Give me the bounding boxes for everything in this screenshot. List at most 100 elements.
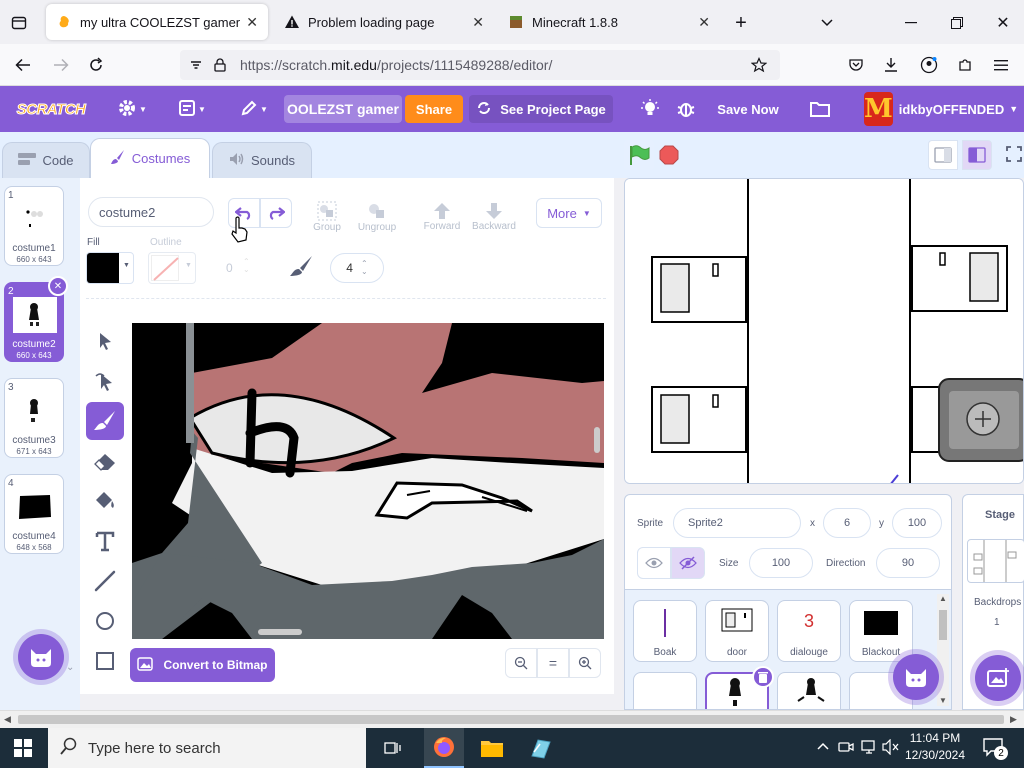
zoom-out-button[interactable] bbox=[505, 648, 537, 678]
hamburger-menu-icon[interactable] bbox=[990, 54, 1012, 76]
see-project-page-button[interactable]: See Project Page bbox=[469, 95, 613, 123]
brush-tool[interactable] bbox=[86, 402, 124, 440]
x-position-input[interactable]: 6 bbox=[823, 508, 871, 538]
bookmark-star-icon[interactable] bbox=[750, 56, 768, 74]
costume-tile[interactable]: 3 costume3 671 x 643 bbox=[4, 378, 64, 458]
canvas-horizontal-scrollbar[interactable] bbox=[258, 629, 302, 635]
sprite-name-input[interactable]: Sprite2 bbox=[673, 508, 801, 538]
meet-now-icon[interactable] bbox=[838, 739, 854, 758]
chevron-down-icon[interactable] bbox=[816, 12, 838, 34]
edit-menu[interactable]: ▼ bbox=[234, 86, 274, 132]
download-icon[interactable] bbox=[880, 54, 902, 76]
list-scroll-down-icon[interactable]: ⌄ bbox=[66, 662, 74, 673]
stage-target-panel[interactable]: Stage Backdrops 1 bbox=[962, 494, 1024, 710]
site-info-icon[interactable] bbox=[188, 57, 204, 73]
extensions-icon[interactable] bbox=[954, 54, 976, 76]
brush-size-input[interactable]: 4 ⌃ ⌄ bbox=[330, 253, 384, 283]
add-sprite-button[interactable] bbox=[893, 654, 939, 700]
group-button[interactable]: Group bbox=[310, 196, 344, 236]
large-stage-button[interactable] bbox=[962, 140, 992, 170]
outline-color-picker[interactable]: ▼ bbox=[148, 252, 196, 284]
reload-icon[interactable] bbox=[85, 54, 107, 76]
tab-minecraft[interactable]: Minecraft 1.8.8 ✕ bbox=[498, 4, 720, 40]
sprite-tile[interactable] bbox=[633, 672, 697, 709]
y-position-input[interactable]: 100 bbox=[892, 508, 942, 538]
tab-code[interactable]: Code bbox=[2, 142, 90, 178]
select-tool[interactable] bbox=[86, 322, 124, 360]
sprite-tile[interactable]: 3 dialouge bbox=[777, 600, 841, 662]
file-menu[interactable]: ▼ bbox=[172, 86, 212, 132]
firefox-taskbar-icon[interactable] bbox=[424, 728, 464, 768]
sprite-list-scrollbar[interactable]: ▲ ▼ bbox=[937, 594, 949, 706]
convert-to-bitmap-button[interactable]: Convert to Bitmap bbox=[130, 648, 275, 682]
back-icon[interactable] bbox=[12, 54, 34, 76]
sprite-tile[interactable]: Blackout bbox=[849, 600, 913, 662]
scrollbar-thumb[interactable] bbox=[939, 610, 947, 640]
taskbar-search-box[interactable]: Type here to search bbox=[48, 728, 366, 768]
app-taskbar-icon[interactable] bbox=[528, 736, 552, 763]
add-backdrop-button[interactable] bbox=[975, 655, 1021, 701]
sprite-tile[interactable]: Boak bbox=[633, 600, 697, 662]
costume-name-input[interactable]: costume2 bbox=[88, 197, 214, 227]
url-field[interactable]: https://scratch.mit.edu/projects/1115489… bbox=[180, 50, 780, 80]
stop-button[interactable] bbox=[658, 144, 680, 166]
sprite-tile[interactable]: door bbox=[705, 600, 769, 662]
maximize-icon[interactable] bbox=[946, 12, 968, 34]
zoom-reset-button[interactable]: = bbox=[537, 648, 569, 678]
account-icon[interactable] bbox=[918, 54, 940, 76]
close-icon[interactable]: ✕ bbox=[246, 14, 258, 31]
tab-list-icon[interactable] bbox=[8, 12, 30, 34]
reshape-tool[interactable] bbox=[86, 362, 124, 400]
ungroup-button[interactable]: Ungroup bbox=[356, 196, 398, 236]
my-stuff-folder-icon[interactable] bbox=[806, 86, 834, 132]
task-view-icon[interactable] bbox=[384, 739, 402, 760]
scroll-right-icon[interactable]: ▶ bbox=[1010, 714, 1017, 725]
forward-icon[interactable] bbox=[50, 54, 72, 76]
costume-tile[interactable]: 1 costume1 660 x 643 bbox=[4, 186, 64, 266]
add-costume-button[interactable] bbox=[18, 634, 64, 680]
volume-muted-icon[interactable] bbox=[882, 738, 900, 758]
small-stage-button[interactable] bbox=[928, 140, 958, 170]
hide-sprite-button[interactable] bbox=[671, 547, 705, 579]
text-tool[interactable] bbox=[86, 522, 124, 560]
scrollbar-thumb[interactable] bbox=[18, 715, 1004, 724]
close-icon[interactable]: ✕ bbox=[698, 14, 710, 31]
delete-costume-icon[interactable]: ✕ bbox=[48, 276, 68, 296]
more-dropdown[interactable]: More ▼ bbox=[536, 198, 602, 228]
project-title-input[interactable]: OOLEZST gamer bbox=[284, 95, 402, 123]
scroll-up-icon[interactable]: ▲ bbox=[939, 594, 947, 603]
outline-width-value[interactable]: 0 bbox=[226, 261, 233, 275]
network-icon[interactable] bbox=[860, 739, 878, 758]
costume-tile[interactable]: 4 costume4 648 x 568 bbox=[4, 474, 64, 554]
circle-tool[interactable] bbox=[86, 602, 124, 640]
notifications-button[interactable]: 2 bbox=[982, 737, 1008, 760]
pocket-icon[interactable] bbox=[845, 54, 867, 76]
eraser-tool[interactable] bbox=[86, 442, 124, 480]
backward-button[interactable]: Backward bbox=[470, 196, 518, 236]
redo-button[interactable] bbox=[260, 198, 292, 228]
new-tab-icon[interactable]: + bbox=[730, 12, 752, 34]
line-tool[interactable] bbox=[86, 562, 124, 600]
paint-canvas[interactable] bbox=[132, 323, 604, 639]
taskbar-clock[interactable]: 11:04 PM 12/30/2024 bbox=[900, 730, 970, 764]
show-sprite-button[interactable] bbox=[637, 547, 671, 579]
green-flag-button[interactable] bbox=[624, 140, 654, 170]
scroll-down-icon[interactable]: ▼ bbox=[939, 696, 947, 705]
scratch-logo[interactable]: SCRATCH bbox=[14, 86, 88, 132]
tab-costumes[interactable]: Costumes bbox=[90, 138, 210, 178]
show-hidden-icons-icon[interactable] bbox=[816, 740, 830, 754]
fullscreen-icon[interactable] bbox=[1006, 146, 1022, 165]
zoom-in-button[interactable] bbox=[569, 648, 601, 678]
save-now-button[interactable]: Save Now bbox=[712, 86, 784, 132]
share-button[interactable]: Share bbox=[405, 95, 463, 123]
file-explorer-icon[interactable] bbox=[480, 737, 504, 762]
stepper-icon[interactable]: ⌃ ⌄ bbox=[361, 260, 368, 276]
settings-menu[interactable]: ▼ bbox=[112, 86, 152, 132]
canvas-vertical-scrollbar[interactable] bbox=[594, 427, 600, 453]
direction-input[interactable]: 90 bbox=[876, 548, 940, 578]
tab-sounds[interactable]: Sounds bbox=[212, 142, 312, 178]
tab-problem-loading[interactable]: Problem loading page ✕ bbox=[274, 4, 494, 40]
scroll-left-icon[interactable]: ◀ bbox=[4, 714, 11, 725]
windows-start-icon[interactable] bbox=[14, 739, 32, 760]
size-input[interactable]: 100 bbox=[749, 548, 813, 578]
